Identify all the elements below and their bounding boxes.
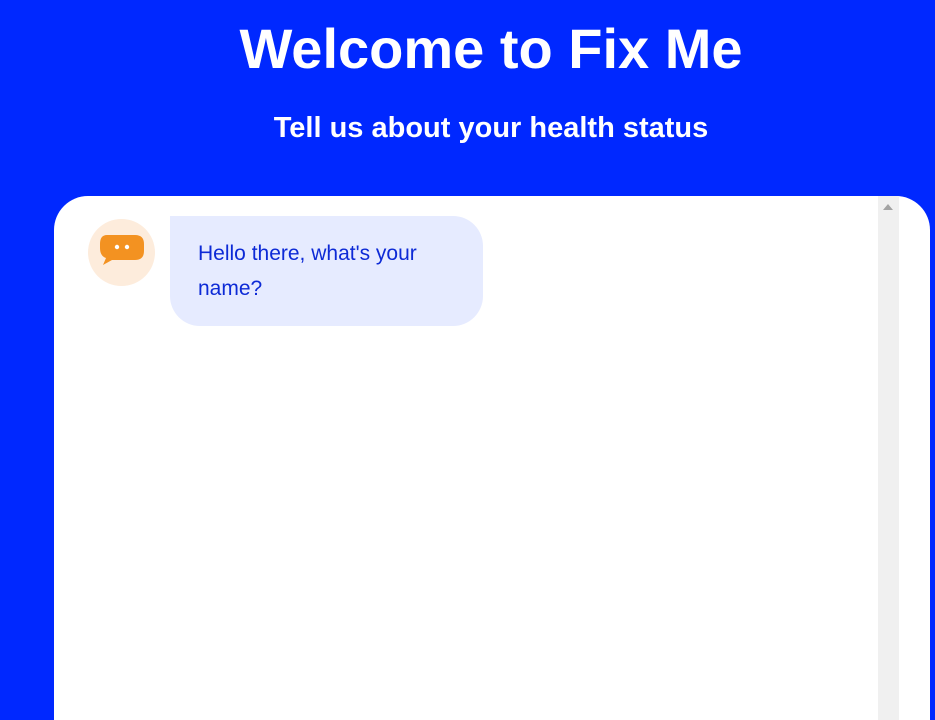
chat-bubble-icon — [100, 235, 144, 265]
bot-message: Hello there, what's your name? — [88, 216, 548, 326]
chat-scrollbar[interactable] — [878, 196, 899, 720]
bot-avatar — [88, 219, 155, 286]
scroll-up-arrow-icon[interactable] — [883, 204, 893, 210]
page: Welcome to Fix Me Tell us about your hea… — [0, 0, 935, 720]
page-title: Welcome to Fix Me — [239, 17, 743, 80]
page-subtitle: Tell us about your health status — [273, 112, 709, 144]
chat-message-list[interactable]: Hello there, what's your name? — [54, 196, 878, 720]
bot-message-bubble: Hello there, what's your name? — [170, 216, 483, 326]
chat-panel: Hello there, what's your name? — [54, 196, 930, 720]
